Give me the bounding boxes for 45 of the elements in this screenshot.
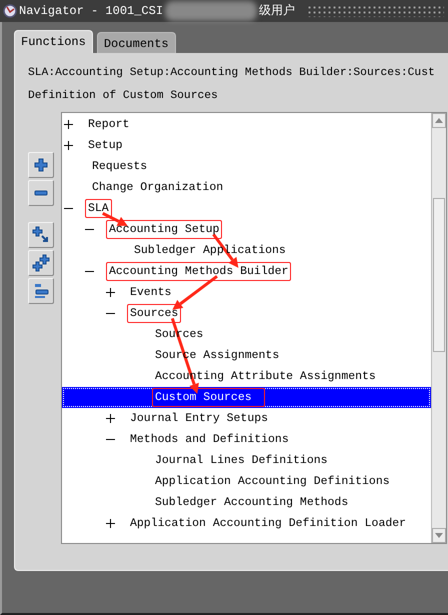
window-title: Navigator - 1001_CSI (19, 3, 164, 20)
expand-icon[interactable] (106, 288, 115, 298)
app-icon (3, 4, 17, 18)
annotation-arrow (172, 275, 218, 310)
expand-all-button[interactable] (28, 222, 54, 248)
tree-item[interactable]: Methods and Definitions (127, 430, 292, 450)
tree-item[interactable]: SLA (85, 198, 112, 218)
up-arrow-icon (435, 118, 443, 123)
expand-branch-button[interactable] (28, 250, 54, 276)
collapse-button[interactable] (28, 180, 54, 206)
window-title: 级用户 (259, 3, 296, 20)
tree-item[interactable]: Change Organization (89, 178, 226, 198)
breadcrumb-path: SLA:Accounting Setup:Accounting Methods Builder:Sources:Cust (28, 66, 436, 81)
tree-item[interactable]: Requests (89, 156, 150, 176)
plus-icon (34, 158, 48, 172)
tree-item[interactable]: Journal Entry Setups (127, 408, 272, 428)
minus-icon (34, 190, 48, 196)
tree-item[interactable]: Subledger Accounting Methods (152, 492, 352, 512)
scroll-down-button[interactable] (432, 528, 446, 543)
scroll-thumb[interactable] (433, 198, 445, 352)
down-arrow-icon (435, 533, 443, 538)
plus-arrow-icon (32, 226, 50, 244)
tree-item[interactable]: Application Accounting Definition Loader (127, 514, 410, 534)
tree-item[interactable]: Application Accounting Definitions (152, 472, 393, 492)
tree-item[interactable]: Accounting Setup (106, 220, 222, 240)
tree-item[interactable]: Custom Sources (152, 388, 265, 408)
double-plus-icon (32, 254, 50, 272)
collapse-all-button[interactable] (28, 278, 54, 304)
expand-icon[interactable] (64, 140, 73, 150)
tree-item[interactable]: Report (85, 114, 132, 134)
scroll-up-button[interactable] (432, 113, 446, 128)
minus-lines-icon (33, 282, 49, 300)
scrollbar[interactable] (431, 113, 446, 543)
tree-item[interactable]: Sources (127, 304, 182, 324)
tab[interactable]: Functions (14, 30, 93, 53)
expand-button[interactable] (28, 152, 54, 178)
tree-item[interactable]: Journal Lines Definitions (152, 450, 331, 470)
expand-icon[interactable] (106, 518, 115, 528)
tree-item[interactable]: Setup (85, 136, 126, 156)
description-text: Definition of Custom Sources (28, 88, 219, 104)
tree-item[interactable]: Accounting Methods Builder (106, 262, 292, 282)
tab[interactable]: Documents (96, 32, 176, 53)
tree-item[interactable]: Events (127, 282, 174, 302)
expand-icon[interactable] (64, 120, 73, 130)
expand-icon[interactable] (106, 414, 115, 424)
